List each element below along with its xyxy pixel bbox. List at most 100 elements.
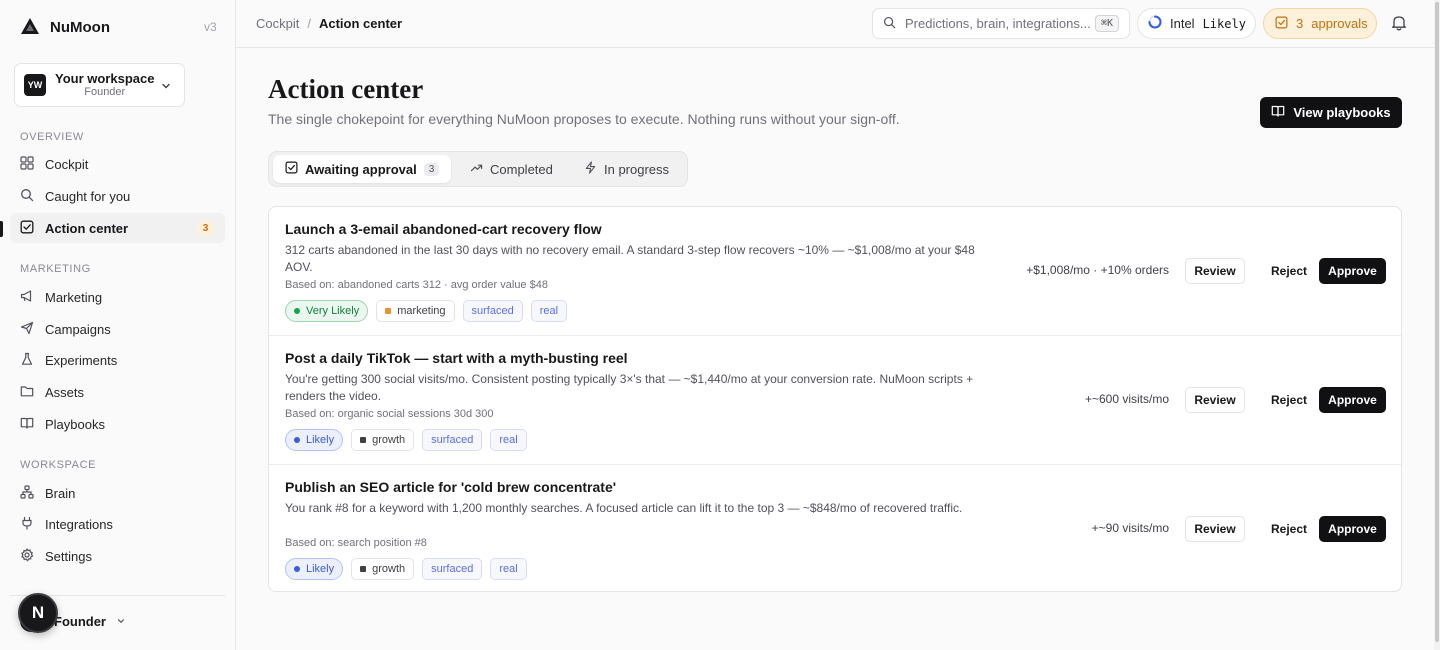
intel-label: Intel <box>1170 16 1195 31</box>
sidebar-item-marketing[interactable]: Marketing <box>10 282 225 312</box>
breadcrumb-root-link[interactable]: Cockpit <box>256 16 299 31</box>
sidebar: NuMoon v3 YW Your workspace Founder Over… <box>0 0 236 650</box>
topbar: Cockpit / Action center Predictions, bra… <box>236 0 1434 48</box>
search-icon <box>883 16 896 32</box>
approve-button[interactable]: Approve <box>1319 387 1386 413</box>
assistant-launcher-button[interactable]: N <box>18 593 58 633</box>
plug-icon <box>20 516 34 533</box>
reject-button[interactable]: Reject <box>1263 258 1315 284</box>
proposals-list: Launch a 3-email abandoned-cart recovery… <box>268 206 1402 592</box>
chevron-down-icon <box>160 80 172 95</box>
workspace-switcher[interactable]: YW Your workspace Founder <box>14 63 185 107</box>
tab-label: Completed <box>490 161 553 177</box>
proposal-basis: Based on: organic social sessions 30d 30… <box>285 408 494 420</box>
approve-button[interactable]: Approve <box>1319 258 1386 284</box>
sidebar-item-label: Campaigns <box>45 321 111 337</box>
sidebar-item-action-center[interactable]: Action center 3 <box>10 213 225 243</box>
app-name: NuMoon <box>50 18 110 36</box>
category-tag: marketing <box>376 300 455 322</box>
tag-surfaced: surfaced <box>422 558 483 580</box>
sidebar-item-label: Cockpit <box>45 156 89 172</box>
sidebar-item-label: Playbooks <box>45 416 105 432</box>
breadcrumb: Cockpit / Action center <box>256 16 402 31</box>
sidebar-item-experiments[interactable]: Experiments <box>10 345 225 375</box>
sidebar-item-label: Integrations <box>45 516 113 532</box>
intel-status-button[interactable]: Intel Likely <box>1137 8 1256 39</box>
sidebar-item-label: Brain <box>45 485 76 501</box>
status-tabs: Awaiting approval 3 Completed In progres… <box>268 151 688 187</box>
review-button[interactable]: Review <box>1185 516 1245 542</box>
proposal-description: You're getting 300 social visits/mo. Con… <box>285 372 974 403</box>
approvals-label: approvals <box>1311 16 1368 31</box>
proposal-impact: +~90 visits/mo <box>1091 521 1169 535</box>
page-subtitle: The single chokepoint for everything NuM… <box>268 111 900 127</box>
category-label: growth <box>372 563 406 575</box>
category-tag: growth <box>351 558 415 580</box>
category-tag: growth <box>351 429 415 451</box>
section-label-marketing: Marketing <box>20 263 91 275</box>
approve-button[interactable]: Approve <box>1319 516 1386 542</box>
list-item: Launch a 3-email abandoned-cart recovery… <box>269 207 1401 336</box>
flask-icon <box>20 352 34 369</box>
proposal-impact: +~600 visits/mo <box>1084 392 1169 406</box>
sidebar-item-campaigns[interactable]: Campaigns <box>10 314 225 344</box>
sidebar-item-label: Action center <box>45 220 129 236</box>
sidebar-item-playbooks[interactable]: Playbooks <box>10 409 225 439</box>
search-icon <box>20 188 34 205</box>
tab-awaiting-approval[interactable]: Awaiting approval 3 <box>273 155 452 183</box>
search-input[interactable]: Predictions, brain, integrations... ⌘K <box>872 8 1130 39</box>
send-icon <box>20 321 34 338</box>
proposal-title[interactable]: Launch a 3-email abandoned-cart recovery… <box>285 221 602 237</box>
intel-value: Likely <box>1202 16 1246 31</box>
sidebar-item-cockpit[interactable]: Cockpit <box>10 149 225 179</box>
tab-completed[interactable]: Completed <box>458 155 565 183</box>
status-dot <box>294 437 300 443</box>
page-scrollbar[interactable] <box>1434 0 1440 650</box>
brand[interactable]: NuMoon <box>20 17 110 37</box>
sidebar-item-assets[interactable]: Assets <box>10 377 225 407</box>
breadcrumb-separator: / <box>307 16 311 31</box>
workspace-avatar: YW <box>24 74 46 96</box>
bolt-icon <box>584 161 597 177</box>
sidebar-item-caught-for-you[interactable]: Caught for you <box>10 181 225 211</box>
category-dot <box>385 308 392 314</box>
review-button[interactable]: Review <box>1185 258 1245 284</box>
tag-real: real <box>490 558 527 580</box>
numoon-logo-icon <box>20 17 40 38</box>
workspace-role: Founder <box>84 86 126 98</box>
proposal-description: 312 carts abandoned in the last 30 days … <box>285 243 975 274</box>
category-label: marketing <box>397 305 446 317</box>
proposal-title[interactable]: Post a daily TikTok — start with a myth-… <box>285 350 628 366</box>
scrollbar-thumb[interactable] <box>1435 2 1439 642</box>
search-placeholder: Predictions, brain, integrations... <box>905 16 1091 31</box>
search-shortcut-hint: ⌘K <box>1094 15 1119 32</box>
tab-in-progress[interactable]: In progress <box>572 155 681 183</box>
bell-icon[interactable] <box>1391 14 1407 34</box>
spinner-icon <box>1148 15 1162 32</box>
breadcrumb-current: Action center <box>318 16 403 31</box>
view-playbooks-button[interactable]: View playbooks <box>1260 97 1402 128</box>
list-item: Post a daily TikTok — start with a myth-… <box>269 335 1401 464</box>
status-dot <box>294 308 300 314</box>
sidebar-item-settings[interactable]: Settings <box>10 541 225 571</box>
tag-surfaced: surfaced <box>462 300 523 322</box>
reject-button[interactable]: Reject <box>1263 387 1315 413</box>
proposal-impact: +$1,008/mo · +10% orders <box>1026 263 1169 277</box>
check-square-icon <box>1275 16 1288 32</box>
section-label-overview: Overview <box>20 131 84 143</box>
folder-icon <box>20 384 34 401</box>
approvals-pill[interactable]: 3 approvals <box>1263 8 1377 39</box>
reject-button[interactable]: Reject <box>1263 516 1315 542</box>
check-square-icon <box>285 161 298 177</box>
proposal-title[interactable]: Publish an SEO article for 'cold brew co… <box>285 479 616 495</box>
approvals-count: 3 <box>1296 16 1304 31</box>
book-icon <box>20 416 34 433</box>
confidence-badge: Likely <box>285 429 344 451</box>
sidebar-item-brain[interactable]: Brain <box>10 478 225 508</box>
network-icon <box>20 484 34 502</box>
review-button[interactable]: Review <box>1185 387 1245 413</box>
view-playbooks-label: View playbooks <box>1293 105 1391 120</box>
sidebar-item-integrations[interactable]: Integrations <box>10 509 225 539</box>
app-version: v3 <box>204 20 217 34</box>
status-dot <box>294 566 300 572</box>
